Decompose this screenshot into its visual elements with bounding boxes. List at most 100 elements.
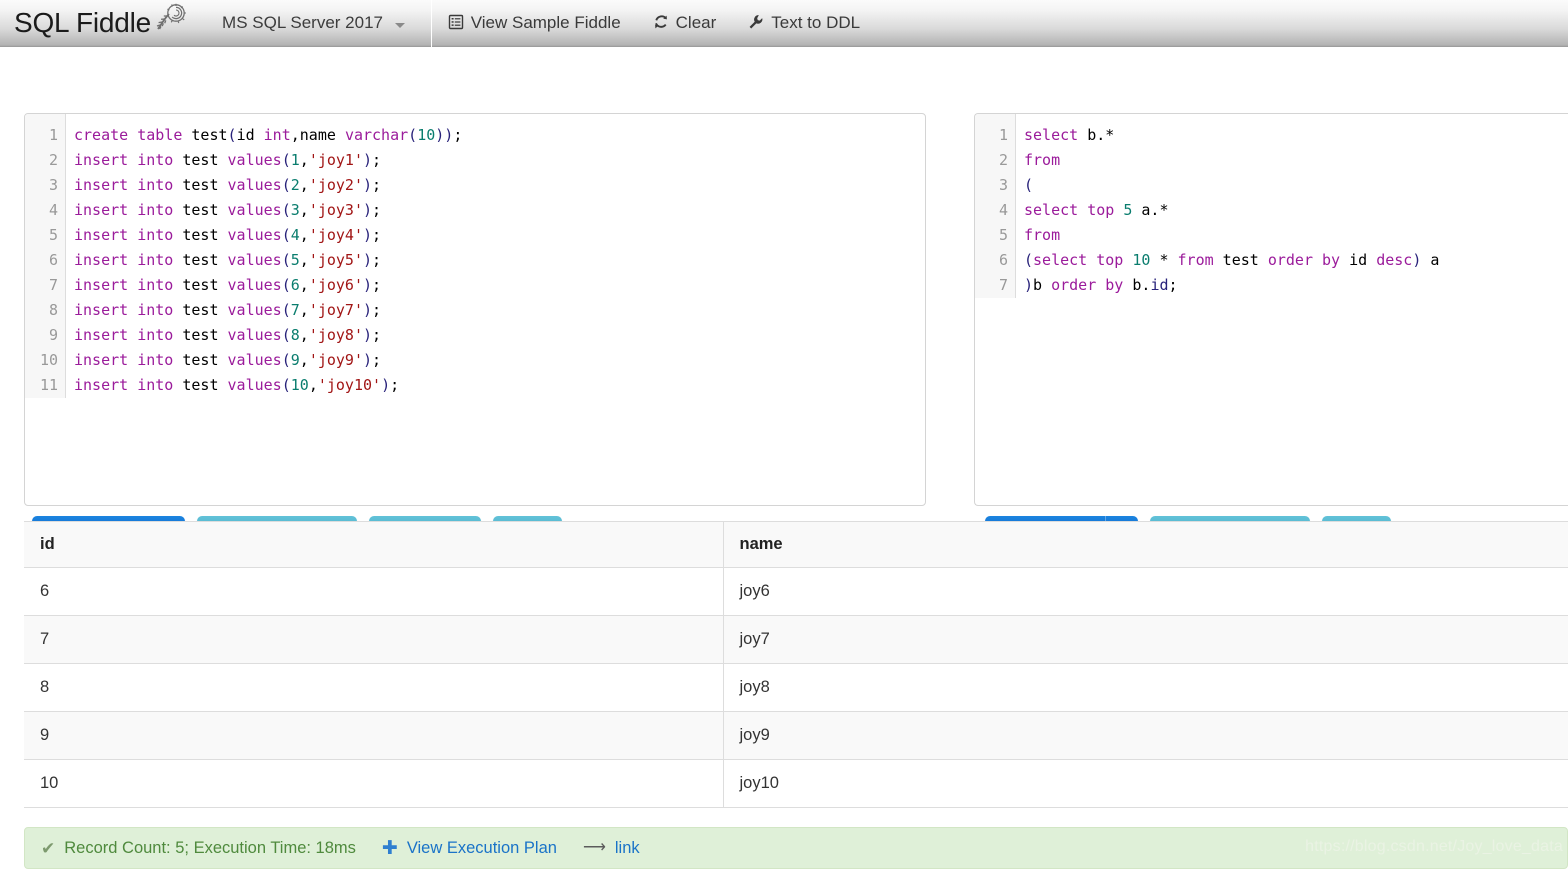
code-token: values — [227, 176, 282, 194]
nav-item-text-to-ddl[interactable]: Text to DDL — [732, 0, 876, 47]
code-line[interactable]: select top 5 a.* — [1024, 198, 1568, 223]
code-token: ) — [363, 326, 373, 344]
database-selector-label: MS SQL Server 2017 — [222, 13, 383, 32]
code-token: int — [263, 126, 291, 144]
code-token: test — [173, 326, 228, 344]
code-line[interactable]: insert into test values(7,'joy7'); — [74, 298, 925, 323]
code-line[interactable]: insert into test values(4,'joy4'); — [74, 223, 925, 248]
line-number: 2 — [48, 151, 58, 169]
code-line[interactable]: ( — [1024, 173, 1568, 198]
nav-item-label: Text to DDL — [771, 13, 861, 32]
code-token: by — [1322, 251, 1341, 269]
code-line[interactable]: insert into test values(9,'joy9'); — [74, 348, 925, 373]
code-token: varchar — [344, 126, 409, 144]
code-token: ( — [1024, 251, 1034, 269]
code-token: , — [299, 176, 309, 194]
code-line[interactable]: from — [1024, 148, 1568, 173]
code-token: ( — [281, 201, 291, 219]
code-token: table — [137, 126, 183, 144]
nav-item-view-sample-fiddle[interactable]: View Sample Fiddle — [432, 0, 637, 47]
code-token: values — [227, 301, 282, 319]
line-number: 7 — [48, 276, 58, 294]
brand-logo-link[interactable]: SQL Fiddle — [0, 0, 192, 46]
code-token: ( — [281, 226, 291, 244]
code-line[interactable]: create table test(id int,name varchar(10… — [74, 123, 925, 148]
code-token: insert — [74, 376, 129, 394]
table-row: 7 joy7 — [24, 615, 1568, 664]
code-line[interactable]: insert into test values(2,'joy2'); — [74, 173, 925, 198]
schema-editor-pane[interactable]: 1 2 3 4 5 6 7 8 9 10 11 create table test(id int,n… — [24, 113, 926, 506]
code-token: id — [1150, 276, 1169, 294]
code-token: values — [227, 151, 282, 169]
code-token: insert — [74, 326, 129, 344]
nav-item-label: View Sample Fiddle — [470, 13, 621, 32]
code-token: ; — [1168, 276, 1178, 294]
cell-id: 10 — [24, 759, 724, 808]
column-header-id[interactable]: id — [24, 521, 724, 568]
nav-item-clear[interactable]: Clear — [637, 0, 733, 47]
code-token: into — [137, 201, 174, 219]
code-token: into — [137, 176, 174, 194]
code-line[interactable]: insert into test values(1,'joy1'); — [74, 148, 925, 173]
code-token: 'joy9' — [308, 351, 363, 369]
code-line[interactable]: select b.* — [1024, 123, 1568, 148]
code-token: a.* — [1132, 201, 1169, 219]
schema-code-content[interactable]: create table test(id int,name varchar(10… — [66, 114, 925, 398]
code-token: 4 — [290, 226, 300, 244]
code-token: , — [299, 251, 309, 269]
code-token: 8 — [290, 326, 300, 344]
share-link[interactable]: ⟶ link — [583, 839, 640, 858]
code-line[interactable]: insert into test values(10,'joy10'); — [74, 373, 925, 398]
code-token: ( — [281, 176, 291, 194]
database-selector[interactable]: MS SQL Server 2017 — [192, 13, 431, 33]
watermark-text: https://blog.csdn.net/Joy_love_data — [1305, 838, 1563, 855]
code-token: 'joy5' — [308, 251, 363, 269]
code-token: select — [1024, 201, 1079, 219]
code-token: 7 — [290, 301, 300, 319]
refresh-icon — [653, 14, 669, 33]
schema-codemirror[interactable]: 1 2 3 4 5 6 7 8 9 10 11 create table test(id int,n… — [25, 114, 925, 398]
cell-name: joy9 — [723, 711, 1568, 760]
table-header-row: id name — [24, 521, 1568, 568]
wrench-icon — [748, 14, 764, 33]
line-number: 4 — [998, 201, 1008, 219]
query-code-content[interactable]: select b.* from(select top 5 a.* from (sele… — [1016, 114, 1568, 298]
line-number: 4 — [48, 201, 58, 219]
status-message-text: Record Count: 5; Execution Time: 18ms — [64, 838, 356, 857]
code-token: test — [173, 176, 228, 194]
line-number: 1 — [998, 126, 1008, 144]
code-token: 'joy6' — [308, 276, 363, 294]
code-line[interactable]: insert into test values(6,'joy6'); — [74, 273, 925, 298]
editors-area: 1 2 3 4 5 6 7 8 9 10 11 create table test(id int,n… — [0, 47, 1568, 554]
fiddlehead-fern-icon — [152, 3, 187, 38]
code-token: ; — [453, 126, 463, 144]
code-token: test — [182, 126, 228, 144]
line-number: 3 — [998, 176, 1008, 194]
code-token: top — [1087, 201, 1115, 219]
view-execution-plan-link[interactable]: ✚ View Execution Plan — [382, 839, 557, 858]
code-line[interactable]: from — [1024, 223, 1568, 248]
code-line[interactable]: insert into test values(3,'joy3'); — [74, 198, 925, 223]
code-token: test — [173, 376, 228, 394]
code-line[interactable]: (select top 10 * from test order by id d… — [1024, 248, 1568, 273]
code-token: 6 — [290, 276, 300, 294]
schema-line-numbers: 1 2 3 4 5 6 7 8 9 10 11 — [25, 114, 66, 398]
code-line[interactable]: insert into test values(5,'joy5'); — [74, 248, 925, 273]
query-editor-pane[interactable]: 1234567 select b.* from(select top 5 a.* f… — [974, 113, 1568, 506]
code-token: into — [137, 351, 174, 369]
column-header-name[interactable]: name — [723, 521, 1568, 568]
code-line[interactable]: )b order by b.id; — [1024, 273, 1568, 298]
query-codemirror[interactable]: 1234567 select b.* from(select top 5 a.* f… — [975, 114, 1568, 298]
line-number: 6 — [48, 251, 58, 269]
code-line[interactable]: insert into test values(8,'joy8'); — [74, 323, 925, 348]
code-token: 10 — [290, 376, 309, 394]
code-token: test — [173, 226, 228, 244]
code-token: test — [173, 151, 228, 169]
code-token: 'joy10' — [317, 376, 382, 394]
code-token: test — [173, 351, 228, 369]
code-token: b — [1033, 276, 1052, 294]
code-token: by — [1105, 276, 1124, 294]
code-token: ; — [372, 301, 382, 319]
